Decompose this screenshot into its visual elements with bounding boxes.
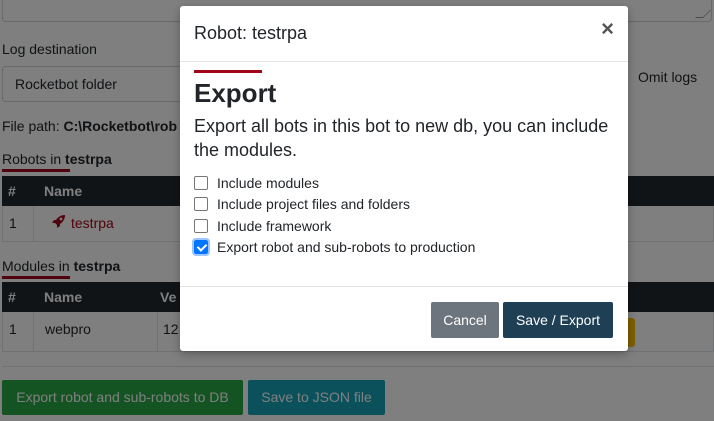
save-export-button[interactable]: Save / Export <box>503 302 613 338</box>
option-export-production[interactable]: Export robot and sub-robots to productio… <box>192 238 476 256</box>
export-modal: Robot: testrpa × Export Export all bots … <box>180 6 628 351</box>
include-framework-checkbox[interactable] <box>194 219 208 233</box>
export-production-label: Export robot and sub-robots to productio… <box>217 239 476 255</box>
modal-footer-divider <box>180 286 628 287</box>
include-project-files-label: Include project files and folders <box>217 196 410 212</box>
close-icon[interactable]: × <box>601 18 614 40</box>
option-include-project-files[interactable]: Include project files and folders <box>194 195 410 213</box>
modal-title: Robot: testrpa <box>194 23 308 43</box>
include-framework-label: Include framework <box>217 218 332 234</box>
include-modules-label: Include modules <box>217 175 319 191</box>
export-heading: Export <box>194 78 277 108</box>
include-modules-checkbox[interactable] <box>194 176 208 190</box>
include-project-files-checkbox[interactable] <box>194 197 208 211</box>
cancel-button[interactable]: Cancel <box>431 302 499 338</box>
option-include-framework[interactable]: Include framework <box>194 217 331 235</box>
heading-accent-bar <box>194 70 262 73</box>
option-include-modules[interactable]: Include modules <box>194 174 319 192</box>
export-production-checkbox[interactable] <box>192 238 210 256</box>
modal-header: Robot: testrpa × <box>180 6 628 62</box>
export-description: Export all bots in this bot to new db, y… <box>194 116 609 160</box>
